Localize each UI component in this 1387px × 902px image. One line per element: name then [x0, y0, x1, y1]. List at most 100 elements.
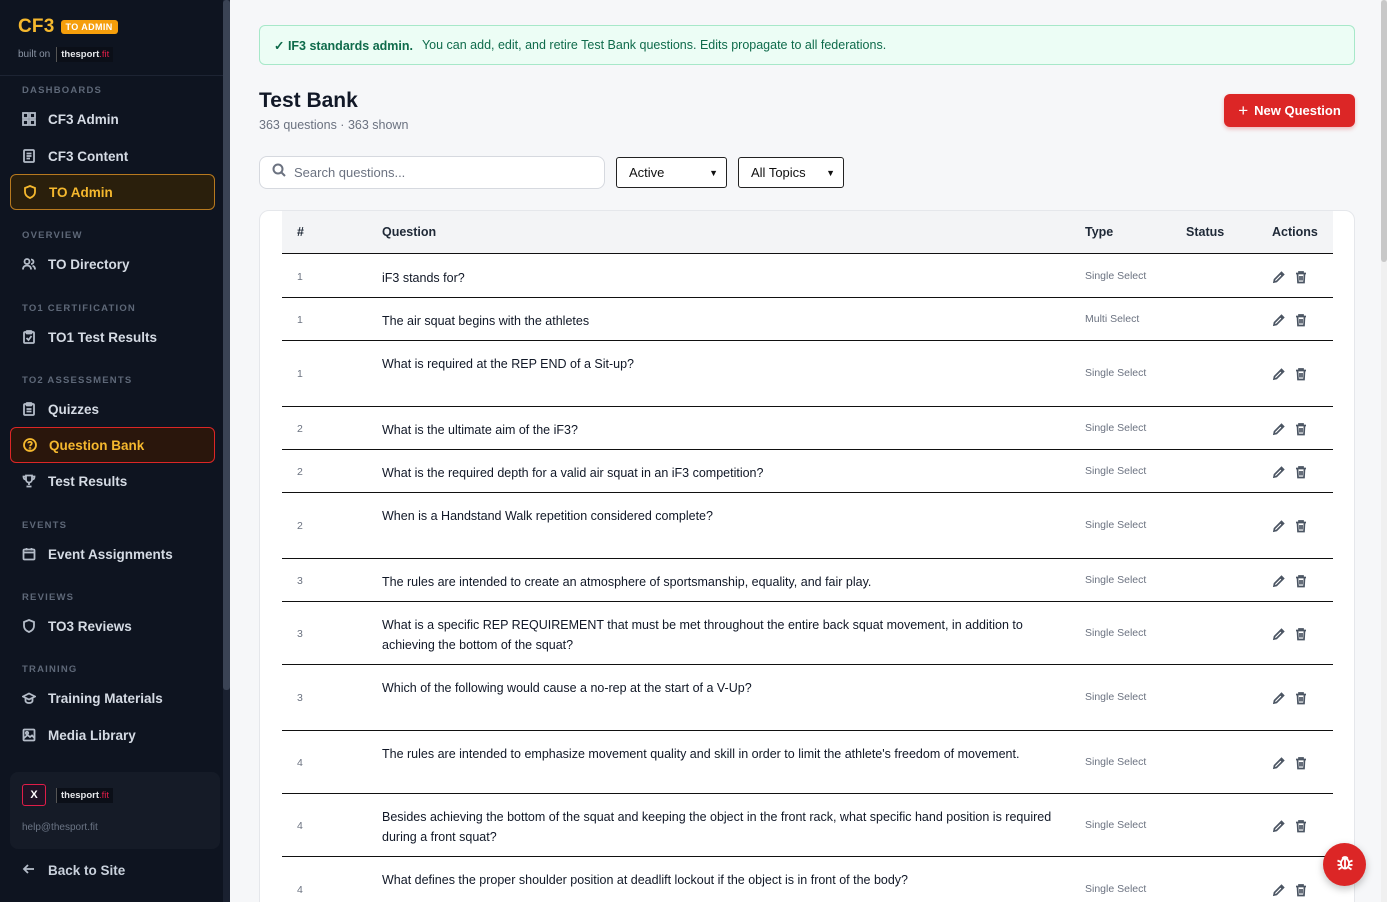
back-to-site-label: Back to Site — [48, 863, 126, 878]
banner-strong: ✓ IF3 standards admin. — [274, 38, 413, 53]
row-number: 3 — [297, 574, 303, 587]
table-row[interactable]: 2 When is a Handstand Walk repetition con… — [282, 493, 1333, 559]
sidebar-item-to1-test-results[interactable]: TO1 Test Results — [10, 319, 215, 355]
row-actions — [1272, 574, 1308, 593]
edit-icon[interactable] — [1272, 756, 1286, 775]
trash-icon[interactable] — [1294, 574, 1308, 593]
edit-icon[interactable] — [1272, 465, 1286, 484]
sidebar-item-cf3-content[interactable]: CF3 Content — [10, 138, 215, 174]
table-row[interactable]: 1 iF3 stands for? Single Select — [282, 255, 1333, 298]
table-row[interactable]: 4 Besides achieving the bottom of the squ… — [282, 794, 1333, 857]
edit-icon[interactable] — [1272, 270, 1286, 289]
row-number: 2 — [297, 422, 303, 435]
trash-icon[interactable] — [1294, 883, 1308, 902]
trash-icon[interactable] — [1294, 627, 1308, 646]
edit-icon[interactable] — [1272, 422, 1286, 441]
topic-filter-value: All Topics — [751, 165, 806, 180]
support-email[interactable]: help@thesport.fit — [22, 822, 98, 833]
sidebar-item-to-admin[interactable]: TO Admin — [10, 174, 215, 210]
sidebar-item-to3-reviews[interactable]: TO3 Reviews — [10, 608, 215, 644]
chevron-down-icon: ▼ — [709, 167, 718, 178]
image-icon — [22, 728, 36, 742]
trash-icon[interactable] — [1294, 313, 1308, 332]
sidebar-item-question-bank[interactable]: Question Bank — [10, 427, 215, 463]
row-number: 4 — [297, 819, 303, 832]
header-status[interactable]: Status — [1186, 225, 1224, 239]
table-row[interactable]: 3 Which of the following would cause a no… — [282, 665, 1333, 731]
main-scrollbar[interactable] — [1381, 0, 1387, 902]
partner-logo-icon: X — [22, 784, 46, 806]
header-num[interactable]: # — [297, 225, 304, 239]
sidebar-item-label: TO1 Test Results — [48, 329, 158, 345]
bug-report-button[interactable] — [1323, 843, 1366, 886]
section-label-dashboards: DASHBOARDS — [22, 85, 103, 96]
sidebar-item-label: Quizzes — [48, 401, 100, 417]
sidebar-item-test-results[interactable]: Test Results — [10, 463, 215, 499]
thesport-logo-text: thesport — [61, 789, 99, 801]
header-question[interactable]: Question — [382, 225, 436, 239]
sidebar-item-label: Question Bank — [49, 437, 145, 453]
users-icon — [22, 257, 36, 271]
trophy-icon — [22, 474, 36, 488]
row-type: Multi Select — [1085, 312, 1140, 325]
trash-icon[interactable] — [1294, 465, 1308, 484]
edit-icon[interactable] — [1272, 627, 1286, 646]
status-filter-select[interactable]: Active ▼ — [616, 157, 727, 188]
sidebar-item-training-materials[interactable]: Training Materials — [10, 680, 215, 716]
sidebar: CF3 TO ADMIN built on thesport.fit DASHB… — [0, 0, 230, 902]
row-number: 3 — [297, 692, 303, 704]
sidebar-scrollbar[interactable] — [223, 0, 230, 902]
row-actions — [1272, 627, 1308, 646]
table-row[interactable]: 1 What is required at the REP END of a Si… — [282, 341, 1333, 407]
trash-icon[interactable] — [1294, 367, 1308, 386]
row-type: Single Select — [1085, 691, 1147, 703]
row-actions — [1272, 756, 1308, 775]
sidebar-scrollbar-thumb[interactable] — [223, 0, 230, 690]
sidebar-item-event-assignments[interactable]: Event Assignments — [10, 536, 215, 572]
edit-icon[interactable] — [1272, 691, 1286, 710]
section-label-training: TRAINING — [22, 664, 78, 675]
trash-icon[interactable] — [1294, 422, 1308, 441]
sidebar-item-label: TO Directory — [48, 256, 130, 272]
trash-icon[interactable] — [1294, 270, 1308, 289]
header-type[interactable]: Type — [1085, 225, 1113, 239]
trash-icon[interactable] — [1294, 756, 1308, 775]
topic-filter-select[interactable]: All Topics ▼ — [738, 157, 844, 188]
main-scrollbar-thumb[interactable] — [1381, 0, 1387, 262]
back-to-site-link[interactable]: Back to Site — [22, 862, 125, 879]
table-row[interactable]: 4 The rules are intended to emphasize mov… — [282, 731, 1333, 794]
questions-table: # Question Type Status Actions 1 iF3 stan… — [259, 210, 1355, 902]
search-input[interactable] — [294, 165, 594, 180]
sidebar-item-media-library[interactable]: Media Library — [10, 717, 215, 753]
document-icon — [22, 149, 36, 163]
shield-icon — [23, 185, 37, 199]
calendar-icon — [22, 547, 36, 561]
trash-icon[interactable] — [1294, 691, 1308, 710]
edit-icon[interactable] — [1272, 883, 1286, 902]
table-row[interactable]: 2 What is the ultimate aim of the iF3? Sin… — [282, 407, 1333, 450]
table-row[interactable]: 2 What is the required depth for a valid … — [282, 450, 1333, 493]
table-row[interactable]: 3 The rules are intended to create an atm… — [282, 559, 1333, 602]
edit-icon[interactable] — [1272, 819, 1286, 838]
edit-icon[interactable] — [1272, 367, 1286, 386]
table-row[interactable]: 4 What defines the proper shoulder positi… — [282, 857, 1333, 902]
section-label-overview: OVERVIEW — [22, 230, 83, 241]
sidebar-item-label: CF3 Admin — [48, 111, 119, 127]
row-question: The air squat begins with the athletes — [382, 314, 590, 328]
sidebar-item-cf3-admin[interactable]: CF3 Admin — [10, 101, 215, 137]
search-box[interactable] — [259, 156, 605, 189]
sidebar-item-quizzes[interactable]: Quizzes — [10, 391, 215, 427]
shield-icon — [22, 619, 36, 633]
sidebar-item-to-directory[interactable]: TO Directory — [10, 246, 215, 282]
table-row[interactable]: 3 What is a specific REP REQUIREMENT that… — [282, 602, 1333, 665]
edit-icon[interactable] — [1272, 574, 1286, 593]
new-question-button[interactable]: + New Question — [1224, 94, 1355, 127]
help-circle-icon — [23, 438, 37, 452]
edit-icon[interactable] — [1272, 313, 1286, 332]
table-row[interactable]: 1 The air squat begins with the athletes M… — [282, 298, 1333, 341]
trash-icon[interactable] — [1294, 519, 1308, 538]
row-question: What is a specific REP REQUIREMENT that … — [382, 618, 1023, 652]
sidebar-item-label: Media Library — [48, 727, 136, 743]
edit-icon[interactable] — [1272, 519, 1286, 538]
trash-icon[interactable] — [1294, 819, 1308, 838]
